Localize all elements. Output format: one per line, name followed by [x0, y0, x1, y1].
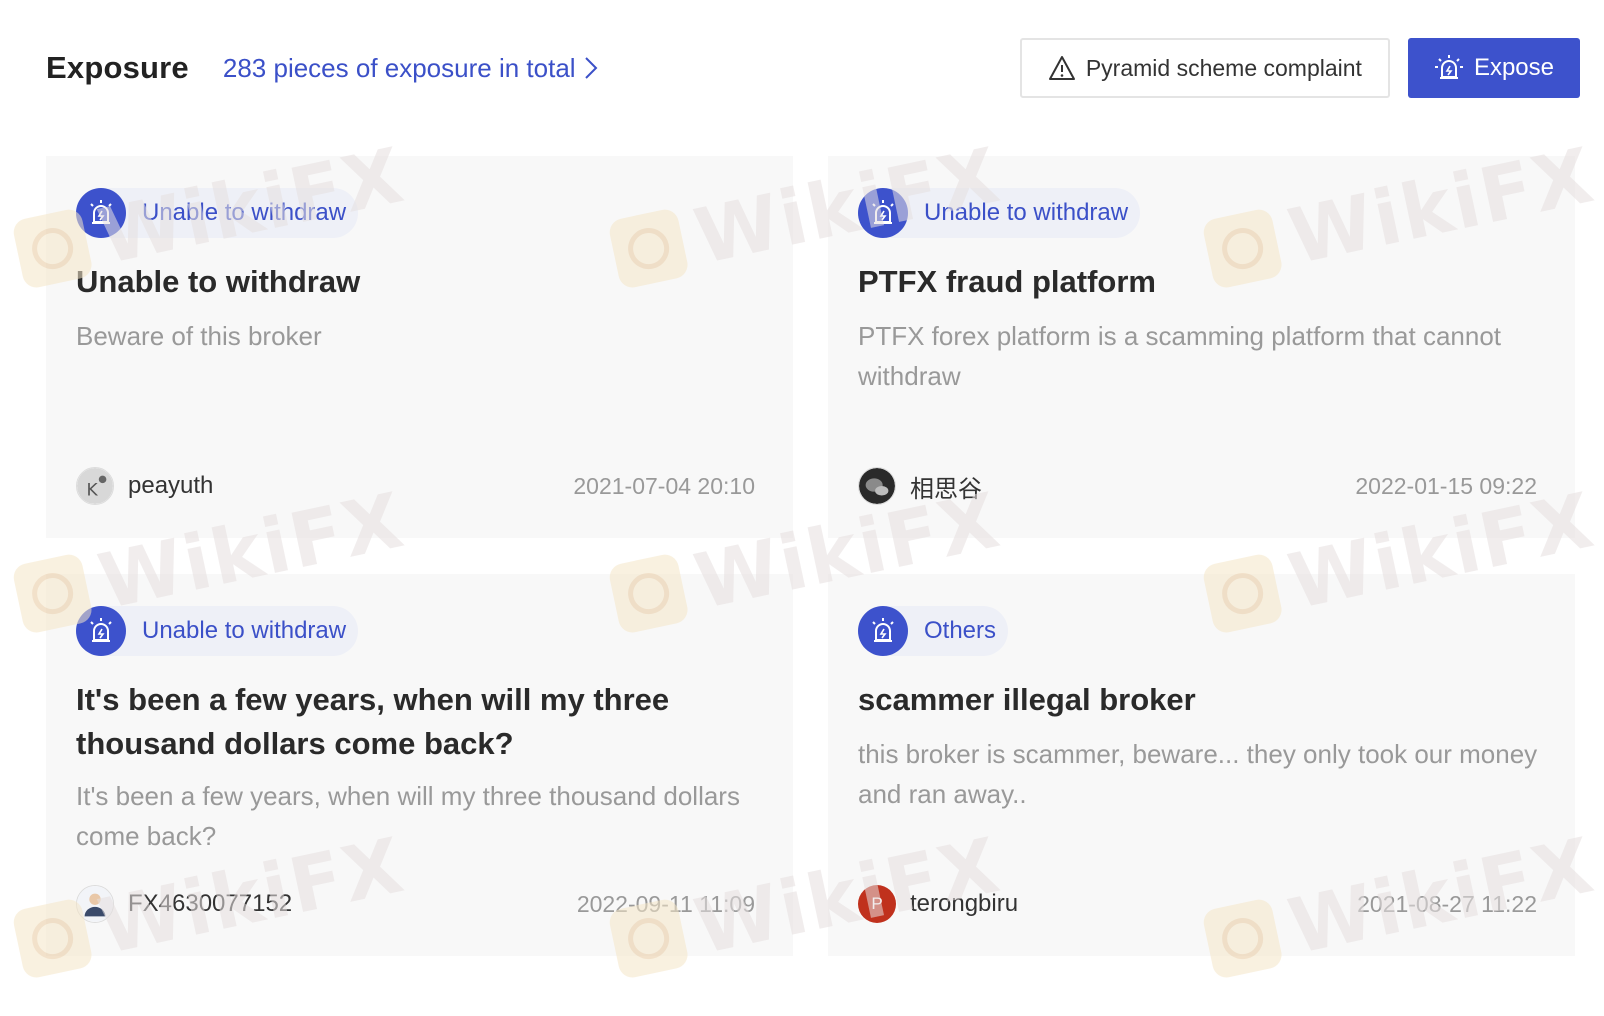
category-tag-label: Unable to withdraw — [142, 617, 347, 644]
photo-avatar-icon[interactable] — [858, 467, 896, 505]
category-tag: Unable to withdraw — [858, 188, 1141, 238]
pyramid-scheme-complaint-button[interactable]: Pyramid scheme complaint — [1019, 38, 1390, 98]
username[interactable]: peayuth — [128, 472, 213, 500]
alarm-siren-icon — [76, 188, 126, 238]
header-actions: Pyramid scheme complaint Expose — [1019, 38, 1580, 98]
exposure-page: Exposure 283 pieces of exposure in total… — [0, 0, 1604, 1016]
username[interactable]: 相思谷 — [910, 469, 982, 504]
exposure-card[interactable]: Unable to withdraw PTFX fraud platform P… — [828, 156, 1575, 538]
exposure-card[interactable]: Others scammer illegal broker this broke… — [828, 574, 1575, 956]
card-footer: 相思谷 2022-01-15 09:22 — [858, 466, 1537, 506]
category-tag-label: Unable to withdraw — [142, 199, 347, 226]
letter-avatar-icon[interactable]: P — [858, 885, 896, 923]
exposure-card[interactable]: Unable to withdraw It's been a few years… — [46, 574, 793, 956]
chevron-right-icon — [584, 57, 597, 79]
category-tag: Others — [858, 606, 1009, 656]
card-footer: FX4630077152 2022-09-11 11:09 — [76, 884, 755, 924]
warning-icon — [1048, 56, 1075, 80]
card-description: PTFX forex platform is a scamming platfo… — [858, 321, 1502, 391]
category-tag-label: Others — [924, 617, 997, 644]
total-exposure-label: 283 pieces of exposure in total — [222, 52, 576, 83]
timestamp: 2022-09-11 11:09 — [576, 890, 755, 917]
username[interactable]: terongbiru — [910, 890, 1018, 918]
exposure-card[interactable]: Unable to withdraw Unable to withdraw Be… — [46, 156, 793, 538]
alarm-siren-icon — [858, 188, 908, 238]
timestamp: 2022-01-15 09:22 — [1355, 472, 1537, 499]
card-title[interactable]: PTFX fraud platform — [858, 260, 1538, 304]
username[interactable]: FX4630077152 — [128, 890, 292, 918]
card-footer: K peayuth 2021-07-04 20:10 — [76, 466, 755, 506]
expose-button-label: Expose — [1473, 54, 1554, 81]
alarm-siren-icon — [1434, 55, 1463, 79]
alarm-siren-icon — [76, 606, 126, 656]
alarm-siren-icon — [858, 606, 908, 656]
complaint-button-label: Pyramid scheme complaint — [1085, 54, 1362, 81]
card-description: Beware of this broker — [76, 321, 322, 351]
timestamp: 2021-07-04 20:10 — [573, 472, 755, 499]
timestamp: 2021-08-27 11:22 — [1357, 890, 1537, 917]
total-exposure-link[interactable]: 283 pieces of exposure in total — [223, 53, 598, 84]
category-tag: Unable to withdraw — [76, 188, 359, 238]
card-title[interactable]: scammer illegal broker — [858, 678, 1538, 722]
category-tag: Unable to withdraw — [76, 606, 359, 656]
page-title: Exposure — [46, 50, 189, 85]
exposure-header: Exposure 283 pieces of exposure in total… — [46, 38, 1580, 98]
card-title[interactable]: It's been a few years, when will my thre… — [76, 678, 756, 766]
default-user-avatar-icon[interactable] — [76, 885, 114, 923]
card-footer: P terongbiru 2021-08-27 11:22 — [858, 884, 1537, 924]
k-avatar-icon[interactable]: K — [76, 467, 114, 505]
expose-button[interactable]: Expose — [1407, 38, 1580, 98]
card-description: It's been a few years, when will my thre… — [76, 781, 740, 851]
card-title[interactable]: Unable to withdraw — [76, 260, 756, 304]
svg-text:K: K — [86, 480, 98, 500]
category-tag-label: Unable to withdraw — [924, 199, 1129, 226]
card-description: this broker is scammer, beware... they o… — [858, 739, 1538, 809]
